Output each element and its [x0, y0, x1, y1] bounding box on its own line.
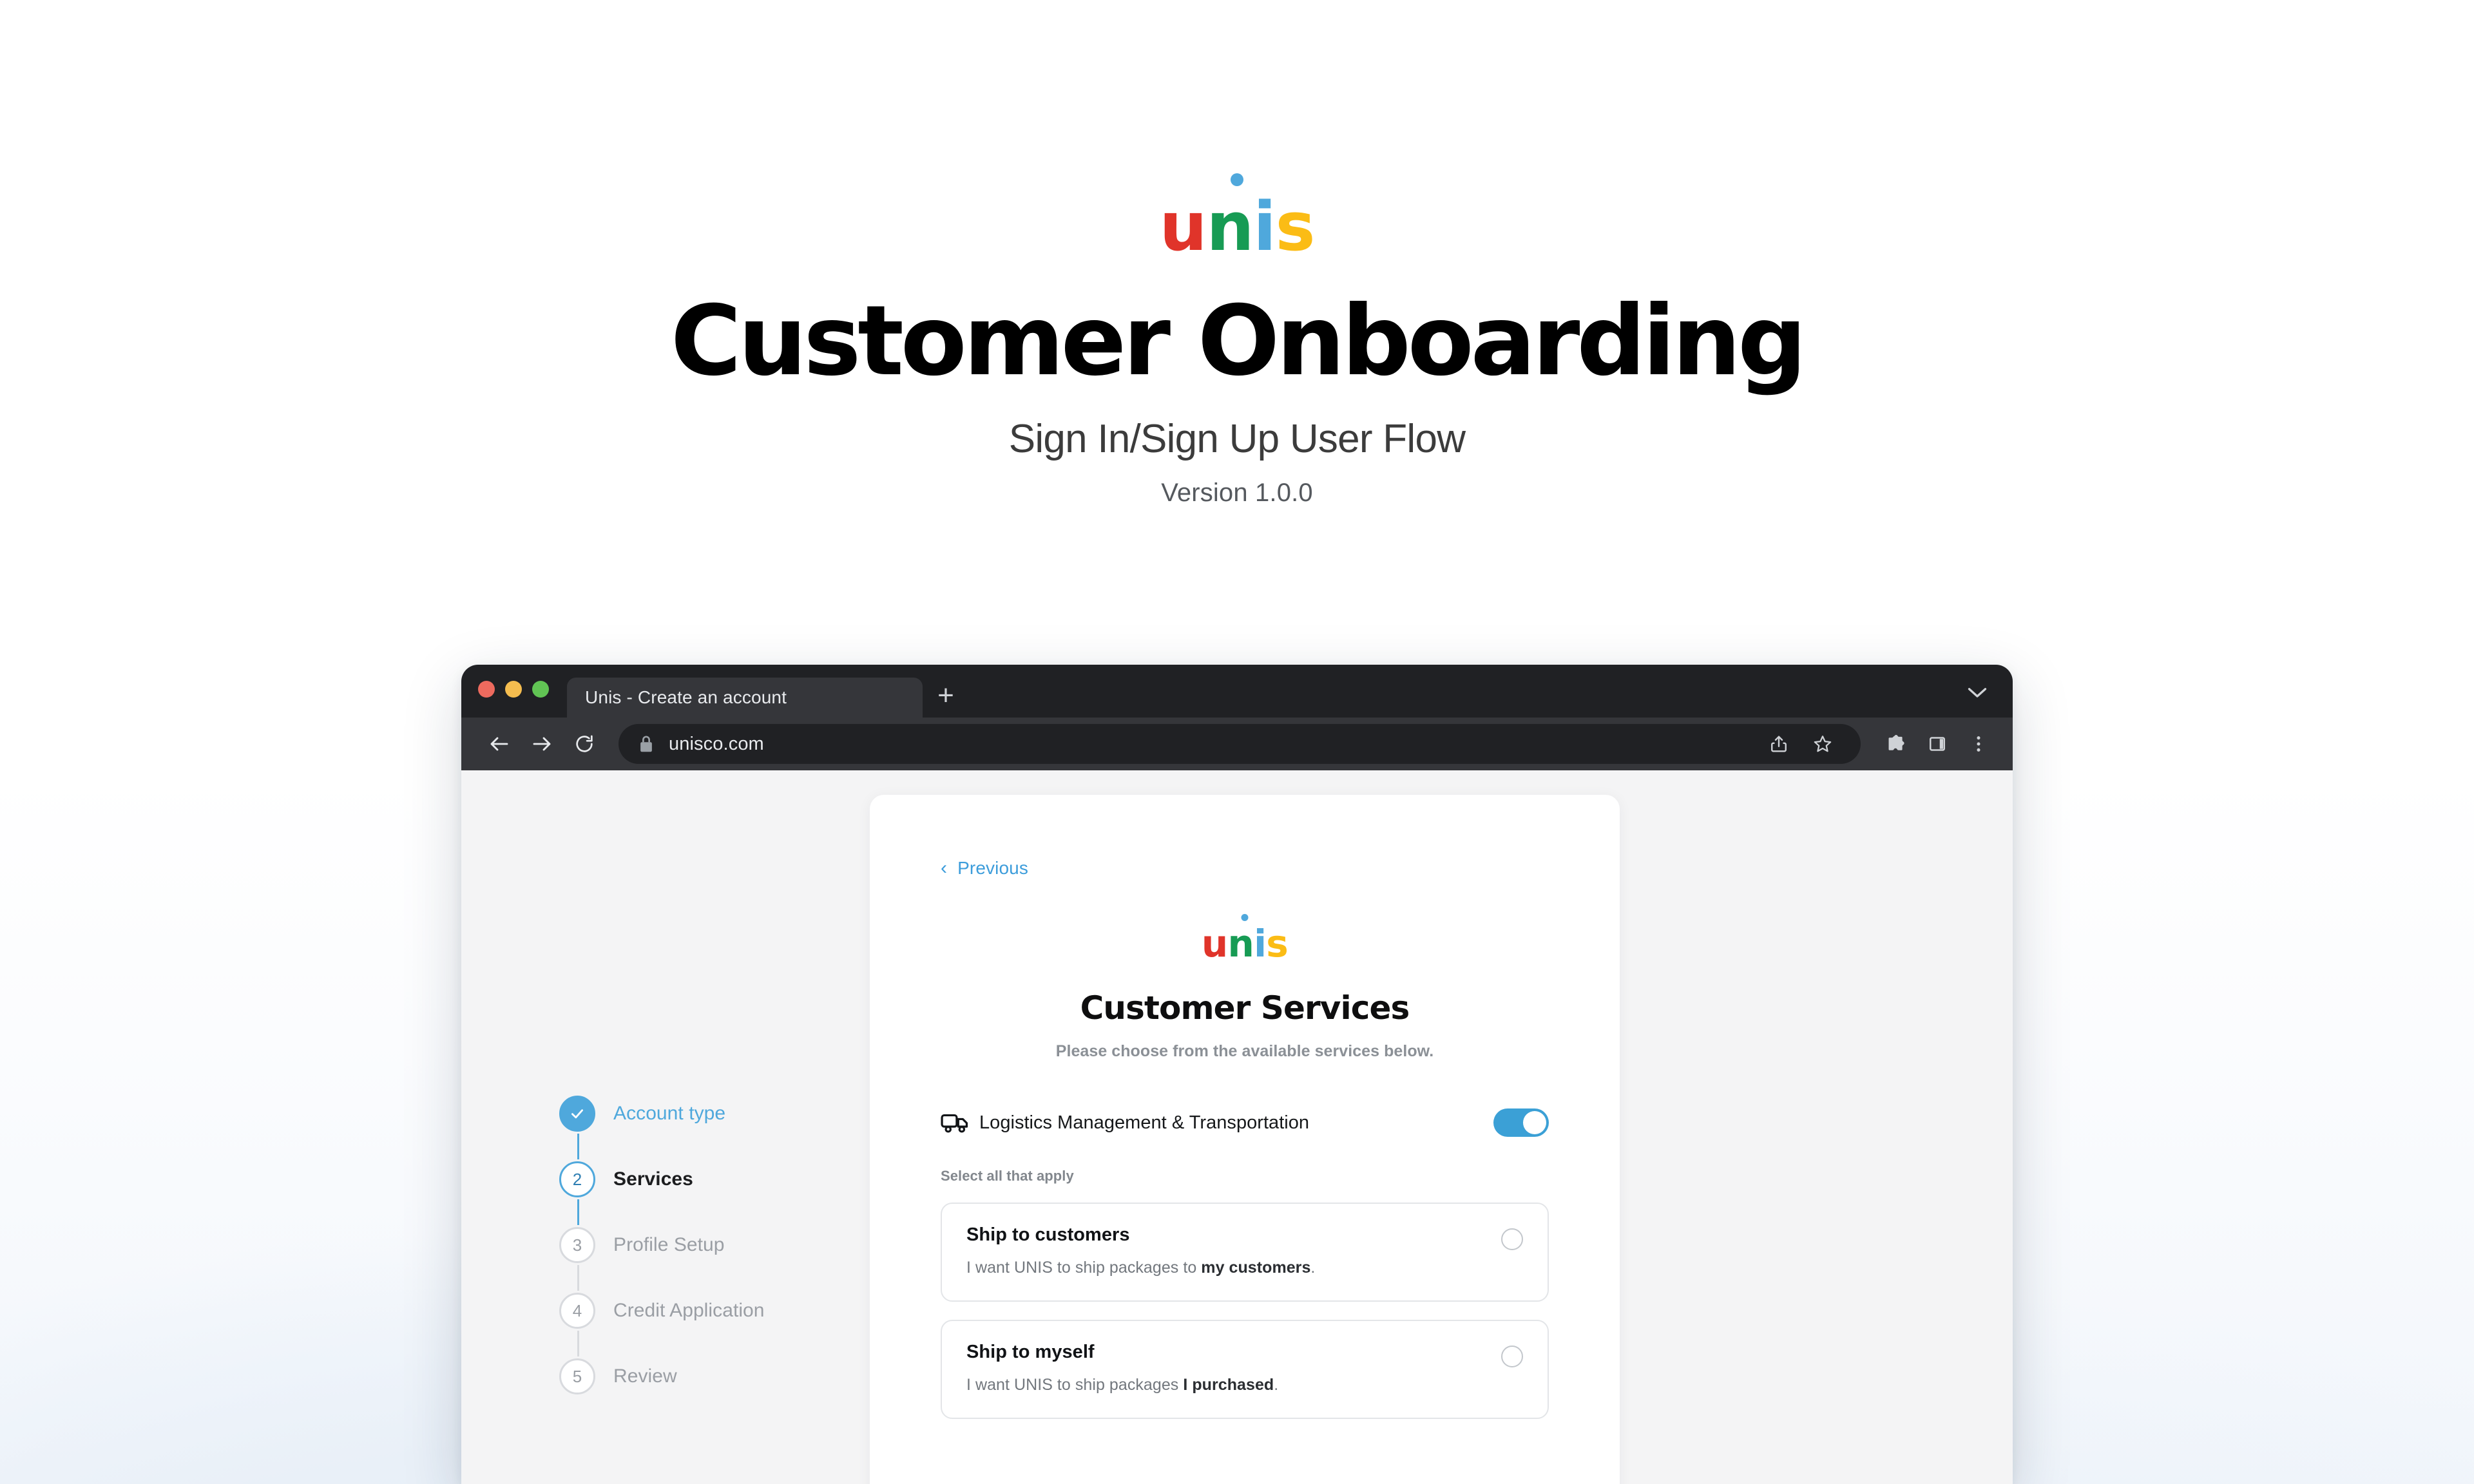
logo-letter-u: u [1159, 187, 1207, 266]
card-logo-wrapper: uni s [941, 913, 1549, 966]
logo-letter-n: n [1227, 922, 1254, 966]
option-description: I want UNIS to ship packages to my custo… [966, 1259, 1501, 1277]
option-description: I want UNIS to ship packages I purchased… [966, 1376, 1501, 1394]
side-panel-button[interactable] [1919, 725, 1956, 763]
stepper-marker-3: 3 [559, 1227, 595, 1263]
browser-window: Unis - Create an account + unisco.com Ac… [461, 665, 2013, 1484]
star-icon [1814, 736, 1832, 752]
card-subtitle: Please choose from the available service… [1055, 1042, 1434, 1060]
logo-letter-s: s [1275, 187, 1316, 266]
service-toggle-switch[interactable] [1493, 1108, 1549, 1137]
browser-tab-strip: Unis - Create an account + [461, 665, 2013, 718]
option-title: Ship to myself [966, 1342, 1095, 1362]
bookmark-button[interactable] [1804, 725, 1841, 763]
option-radio-button[interactable] [1501, 1228, 1523, 1250]
stepper-connector-4 [577, 1331, 579, 1356]
window-traffic-lights [478, 665, 549, 718]
option-card-ship-to-myself[interactable]: Ship to myself I want UNIS to ship packa… [941, 1320, 1549, 1419]
option-desc-suffix: . [1274, 1376, 1279, 1394]
browser-tab-title: Unis - Create an account [585, 687, 787, 707]
page-subtitle: Sign In/Sign Up User Flow [1008, 417, 1466, 461]
puzzle-icon [1888, 734, 1904, 750]
forward-arrow-icon [533, 737, 551, 751]
omnibox-actions [1760, 725, 1841, 763]
stepper-label-3: Profile Setup [613, 1234, 725, 1255]
option-desc-prefix: I want UNIS to ship packages to [966, 1259, 1202, 1277]
reload-button[interactable] [564, 724, 604, 764]
service-label: Logistics Management & Transportation [979, 1112, 1310, 1133]
stepper-marker-4: 4 [559, 1293, 595, 1329]
chevron-down-icon [1968, 688, 1987, 698]
address-bar-url: unisco.com [669, 733, 764, 754]
browser-tab[interactable]: Unis - Create an account [567, 678, 923, 718]
stepper-label-1: Account type [613, 1103, 726, 1124]
share-button[interactable] [1760, 725, 1798, 763]
close-window-button[interactable] [478, 681, 495, 698]
page-version: Version 1.0.0 [1161, 479, 1313, 507]
stepper-marker-5: 5 [559, 1358, 595, 1394]
maximize-window-button[interactable] [532, 681, 549, 698]
stepper-marker-2: 2 [559, 1161, 595, 1197]
share-icon [1771, 736, 1787, 752]
side-panel-icon [1930, 737, 1946, 751]
logo-letter-i: i [1241, 913, 1267, 962]
previous-button[interactable]: ‹ Previous [941, 858, 1028, 879]
onboarding-card: ‹ Previous uni s Customer Services Please… [870, 795, 1620, 1484]
hero-section: uni s Customer Onboarding Sign In/Sign Up… [0, 0, 2474, 508]
page-viewport: Account type 2 Services 3 Profile Setup … [461, 770, 2013, 1484]
back-button[interactable] [479, 724, 519, 764]
extensions-button[interactable] [1877, 725, 1915, 763]
three-dot-menu-icon [1977, 736, 1980, 752]
check-icon [571, 1109, 583, 1119]
previous-label: Previous [957, 858, 1028, 878]
forward-button[interactable] [522, 724, 562, 764]
tab-list-button[interactable] [1962, 680, 1992, 706]
logo-letter-n: n [1206, 187, 1254, 266]
stepper-label-4: Credit Application [613, 1300, 765, 1321]
option-desc-bold: I purchased [1183, 1376, 1274, 1394]
unis-logo: uni s [1159, 173, 1316, 266]
lock-icon [640, 736, 652, 752]
stepper-label-2: Services [613, 1168, 693, 1190]
unis-logo-card: uni s [1201, 913, 1289, 966]
service-toggle-row: Logistics Management & Transportation [941, 1105, 1549, 1141]
plus-icon: + [937, 680, 954, 711]
stepper-connector-2 [577, 1199, 579, 1225]
stepper-label-5: Review [613, 1365, 677, 1387]
browser-toolbar: unisco.com [461, 718, 2013, 770]
select-hint: Select all that apply [941, 1168, 1074, 1184]
reload-icon [576, 735, 593, 752]
back-arrow-icon [490, 737, 508, 751]
logo-letter-i: i [1231, 173, 1276, 260]
option-desc-prefix: I want UNIS to ship packages [966, 1376, 1184, 1394]
browser-menu-button[interactable] [1960, 725, 1997, 763]
stepper-connector-1 [577, 1134, 579, 1159]
card-title: Customer Services [1080, 989, 1410, 1027]
minimize-window-button[interactable] [505, 681, 522, 698]
truck-icon [941, 1112, 970, 1134]
stepper-marker-1 [559, 1096, 595, 1132]
logo-i-dot [1231, 173, 1243, 186]
toggle-knob [1523, 1111, 1546, 1134]
page-title: Customer Onboarding [670, 285, 1807, 397]
option-title: Ship to customers [966, 1224, 1130, 1245]
logo-letter-u: u [1201, 922, 1228, 966]
logo-i-dot [1241, 913, 1249, 921]
logo-letter-s: s [1266, 922, 1289, 966]
option-desc-suffix: . [1310, 1259, 1316, 1277]
new-tab-button[interactable]: + [923, 678, 969, 718]
address-bar[interactable]: unisco.com [618, 724, 1861, 764]
option-card-ship-to-customers[interactable]: Ship to customers I want UNIS to ship pa… [941, 1203, 1549, 1302]
option-text: Ship to myself I want UNIS to ship packa… [966, 1342, 1501, 1394]
option-radio-button[interactable] [1501, 1346, 1523, 1367]
option-desc-bold: my customers [1201, 1259, 1311, 1277]
chevron-left-icon: ‹ [941, 857, 948, 879]
stepper-connector-3 [577, 1265, 579, 1291]
toolbar-right-actions [1870, 725, 1997, 763]
option-text: Ship to customers I want UNIS to ship pa… [966, 1224, 1501, 1277]
